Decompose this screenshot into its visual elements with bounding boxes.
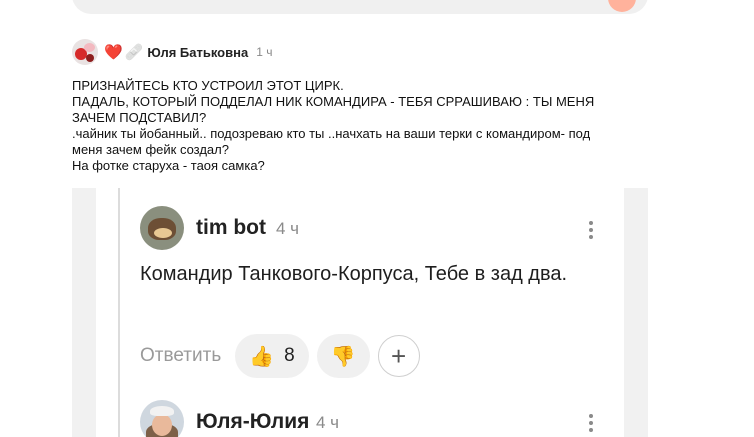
comment-line: ПАДАЛЬ, КОТОРЫЙ ПОДДЕЛАЛ НИК КОМАНДИРА -… xyxy=(72,94,595,109)
bandage-icon: 🩹 xyxy=(124,43,144,61)
comment-line: .чайник ты йобанный.. подозреваю кто ты … xyxy=(72,126,591,141)
heart-icon: ❤️ xyxy=(104,43,123,61)
reply-text: Командир Танкового-Корпуса, Тебе в зад д… xyxy=(140,263,568,285)
like-count: 8 xyxy=(284,345,295,366)
dislike-button: 👎 xyxy=(316,334,370,378)
comment-line: меня зачем фейк создал? xyxy=(72,142,229,157)
reply-button: Ответить xyxy=(140,345,222,366)
avatar xyxy=(140,206,184,250)
reply-time: 4 ч xyxy=(316,413,340,432)
comment-author[interactable]: Юля Батьковна xyxy=(147,45,248,60)
thumbs-up-icon: 👍 xyxy=(249,345,275,368)
attached-screenshot[interactable]: tim bot 4 ч Командир Танкового-Корпуса, … xyxy=(72,188,648,437)
add-reaction-button: + xyxy=(377,335,420,377)
send-button[interactable] xyxy=(608,0,636,12)
screenshot-content: tim bot 4 ч Командир Танкового-Корпуса, … xyxy=(96,188,624,437)
comment-body: ПРИЗНАЙТЕСЬ КТО УСТРОИЛ ЭТОТ ЦИРК. ПАДАЛ… xyxy=(72,78,662,174)
comment-header: ❤️ 🩹 Юля Батьковна 1 ч xyxy=(72,39,273,65)
reply-author: tim bot xyxy=(196,216,266,239)
more-icon xyxy=(589,221,593,242)
comment-line: ЗАЧЕМ ПОДСТАВИЛ? xyxy=(72,110,207,125)
reply-actions: Ответить 👍 8 👎 + xyxy=(140,334,420,378)
plus-icon: + xyxy=(391,341,407,371)
thread-line xyxy=(118,188,120,437)
avatar[interactable] xyxy=(72,39,98,65)
reply-author: Юля-Юлия xyxy=(196,410,310,433)
comment-line: ПРИЗНАЙТЕСЬ КТО УСТРОИЛ ЭТОТ ЦИРК. xyxy=(72,78,344,93)
more-icon xyxy=(589,414,593,435)
comment-line: На фотке старуха - таоя самка? xyxy=(72,158,265,173)
like-button: 👍 8 xyxy=(235,334,309,378)
reply-time: 4 ч xyxy=(276,219,300,238)
comment-input-bar[interactable] xyxy=(72,0,648,14)
thumbs-down-icon: 👎 xyxy=(330,345,356,368)
comment-time: 1 ч xyxy=(256,45,273,59)
avatar xyxy=(140,400,184,437)
